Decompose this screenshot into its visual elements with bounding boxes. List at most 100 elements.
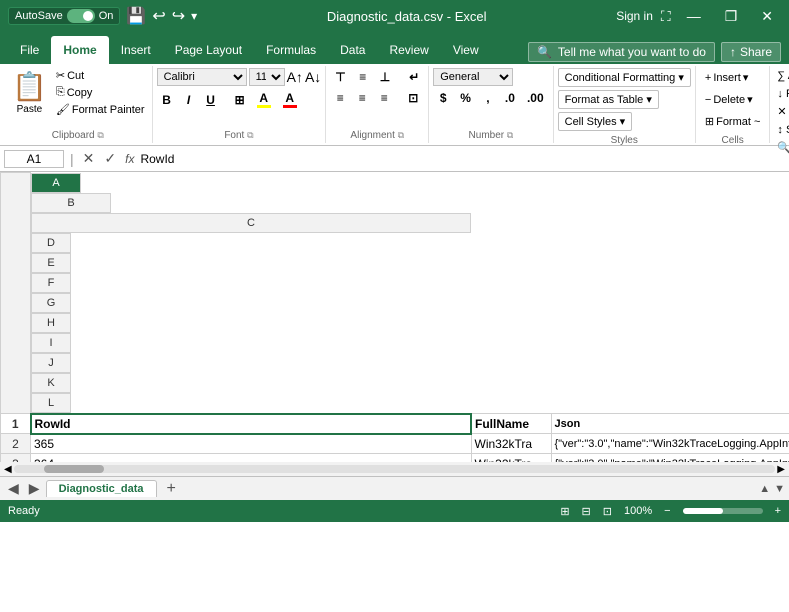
comma-button[interactable]: , [478,89,498,107]
tab-data[interactable]: Data [328,36,377,64]
zoom-out-icon[interactable]: − [664,505,670,517]
font-name-select[interactable]: Calibri [157,68,247,86]
format-cells-button[interactable]: ⊞ Format ~ [700,112,766,131]
decrease-font-icon[interactable]: A↓ [305,69,321,85]
minimize-btn[interactable]: — [679,6,709,26]
cancel-formula-icon[interactable]: ✕ [80,150,98,167]
cell-b[interactable]: Win32kTra [471,454,551,463]
sort-filter-button[interactable]: ↕ Sort & Filter ▾ [774,122,789,137]
hscroll-right-icon[interactable]: ▶ [777,464,785,475]
increase-font-icon[interactable]: A↑ [287,69,303,85]
insert-cells-button[interactable]: + Insert ▾ [700,68,753,87]
undo-icon[interactable]: ↩ [152,6,165,26]
redo-icon[interactable]: ↪ [172,6,185,26]
conditional-formatting-button[interactable]: Conditional Formatting ▾ [558,68,691,87]
confirm-formula-icon[interactable]: ✓ [101,150,119,167]
zoom-slider[interactable] [683,508,763,514]
view-normal-icon[interactable]: ⊞ [560,505,569,518]
fill-button[interactable]: ↓ Fill ▾ [774,86,789,101]
format-as-table-button[interactable]: Format as Table ▾ [558,90,659,109]
border-button[interactable]: ⊞ [230,91,250,109]
cell-a[interactable]: RowId [31,414,472,434]
col-header-f[interactable]: F [31,273,71,293]
view-pagebreak-icon[interactable]: ⊡ [603,505,612,518]
formula-input[interactable] [140,152,785,166]
align-right-button[interactable]: ≡ [374,89,394,107]
col-header-c[interactable]: C [31,213,471,233]
sheet-tab-diagnostic[interactable]: Diagnostic_data [46,480,157,497]
col-header-e[interactable]: E [31,253,71,273]
fullscreen-icon[interactable]: ⛶ [661,8,671,25]
view-layout-icon[interactable]: ⊟ [582,505,591,518]
underline-button[interactable]: U [201,91,221,109]
delete-cells-button[interactable]: − Delete ▾ [700,90,758,109]
bold-button[interactable]: B [157,91,177,109]
share-button[interactable]: ↑ Share [721,42,781,62]
hscroll-left-icon[interactable]: ◀ [4,464,12,475]
col-header-h[interactable]: H [31,313,71,333]
number-format-select[interactable]: General [433,68,513,86]
copy-button[interactable]: ⎘ Copy [53,85,148,100]
align-center-button[interactable]: ≡ [352,89,372,107]
cell-b[interactable]: Win32kTra [471,434,551,454]
percent-button[interactable]: % [455,89,476,107]
ribbon-search[interactable]: 🔍 Tell me what you want to do [528,42,715,62]
col-header-a[interactable]: A [31,173,81,193]
row-number[interactable]: 3 [1,454,31,463]
grid-wrapper[interactable]: A B C D E F G H I J K L 1RowIdFullNameJs… [0,172,789,462]
paste-button[interactable]: 📋 Paste [8,68,51,117]
autosum-button[interactable]: ∑ AutoSum ▾ [774,68,789,83]
cell-c[interactable]: Json [551,414,789,434]
top-align-button[interactable]: ⊤ [330,68,350,86]
close-btn[interactable]: ✕ [753,6,781,27]
cell-a[interactable]: 364 [31,454,472,463]
col-header-l[interactable]: L [31,393,71,413]
italic-button[interactable]: I [179,91,199,109]
autosave-toggle[interactable]: AutoSave On [8,7,120,25]
cell-reference-input[interactable] [4,150,64,168]
vscroll-up-icon[interactable]: ▲ [759,483,770,495]
add-sheet-button[interactable]: + [163,480,180,498]
clear-button[interactable]: ✕ Clear ▾ [774,104,789,119]
col-header-g[interactable]: G [31,293,71,313]
cell-c[interactable]: {"ver":"3.0","name":"Win32kTraceLogging.… [551,454,789,463]
hscroll-bar[interactable]: ◀ ▶ [0,462,789,476]
signin-link[interactable]: Sign in [616,9,653,23]
col-header-i[interactable]: I [31,333,71,353]
cell-c[interactable]: {"ver":"3.0","name":"Win32kTraceLogging.… [551,434,789,454]
col-header-b[interactable]: B [31,193,111,213]
tab-file[interactable]: File [8,36,51,64]
zoom-in-icon[interactable]: + [775,505,781,517]
font-color-button[interactable]: A [278,89,302,110]
col-header-d[interactable]: D [31,233,71,253]
currency-button[interactable]: $ [433,89,453,107]
tab-page-layout[interactable]: Page Layout [163,36,254,64]
vscroll-down-icon[interactable]: ▼ [774,483,785,495]
tab-home[interactable]: Home [51,36,108,64]
bottom-align-button[interactable]: ⊥ [375,68,395,86]
tab-view[interactable]: View [441,36,491,64]
row-number[interactable]: 1 [1,414,31,434]
col-header-j[interactable]: J [31,353,71,373]
maximize-btn[interactable]: ❐ [717,6,746,27]
save-icon[interactable]: 💾 [126,6,146,26]
wrap-text-button[interactable]: ↵ [404,68,424,86]
tab-formulas[interactable]: Formulas [254,36,328,64]
cut-button[interactable]: ✂ Cut [53,68,148,83]
cell-a[interactable]: 365 [31,434,472,454]
col-header-k[interactable]: K [31,373,71,393]
increase-decimal-button[interactable]: .00 [522,89,549,107]
format-painter-button[interactable]: 🖌 Format Painter [53,102,148,117]
decrease-decimal-button[interactable]: .0 [500,89,520,107]
merge-cells-button[interactable]: ⊡ [403,89,423,107]
autosave-switch[interactable] [67,9,95,23]
align-left-button[interactable]: ≡ [330,89,350,107]
cell-styles-button[interactable]: Cell Styles ▾ [558,112,633,131]
cell-b[interactable]: FullName [471,414,551,434]
hscroll-thumb[interactable] [44,465,104,473]
fill-color-button[interactable]: A [252,89,276,110]
hscroll-track[interactable] [14,465,776,473]
sheet-tab-next-icon[interactable]: ▶ [25,480,44,497]
tab-insert[interactable]: Insert [109,36,163,64]
tab-review[interactable]: Review [377,36,440,64]
